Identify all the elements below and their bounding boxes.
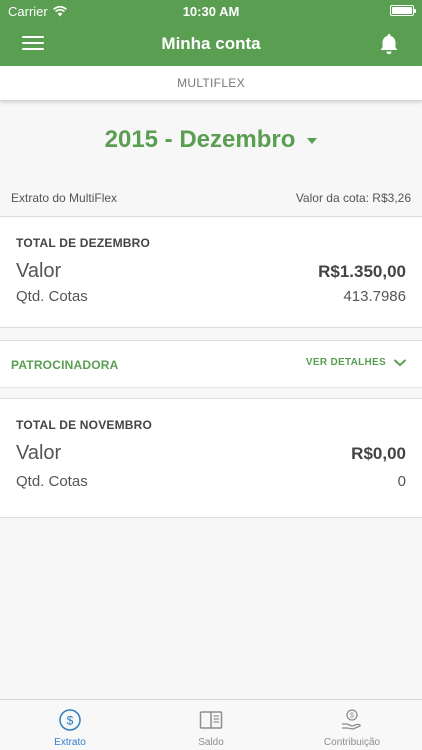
tab-label: Saldo (198, 737, 224, 748)
hand-coin-icon: $ (342, 709, 361, 730)
cotas-amount: 0 (397, 473, 406, 490)
tab-label: Extrato (54, 737, 86, 748)
subtab-label: MULTIFLEX (177, 76, 245, 90)
tab-extrato[interactable]: $ Extrato (0, 700, 140, 750)
valor-amount: R$0,00 (351, 444, 406, 463)
extract-meta: Extrato do MultiFlex Valor da cota: R$3,… (0, 190, 422, 206)
period-label: 2015 - Dezembro (104, 126, 296, 153)
page-title: Minha conta (161, 34, 261, 53)
dollar-circle-icon: $ (59, 709, 81, 731)
cotas-label: Qtd. Cotas (16, 473, 88, 490)
bell-icon[interactable] (378, 32, 400, 56)
status-time: 10:30 AM (182, 4, 240, 19)
caret-down-icon (307, 138, 318, 144)
cotas-label: Qtd. Cotas (16, 288, 88, 305)
valor-amount: R$1.350,00 (318, 262, 406, 281)
cotas-amount: 413.7986 (343, 288, 406, 305)
tab-contribuicao[interactable]: $ Contribuição (282, 700, 422, 750)
november-total-card: TOTAL DE NOVEMBRO Valor R$0,00 Qtd. Cota… (0, 398, 422, 518)
svg-text:$: $ (67, 714, 74, 728)
valor-label: Valor (16, 442, 62, 464)
tab-label: Contribuição (323, 737, 381, 748)
nav-bar: Minha conta (0, 22, 422, 66)
sponsor-row: PATROCINADORA VER DETALHES (0, 340, 422, 388)
extract-label: Extrato do MultiFlex (11, 191, 118, 205)
quota-value: Valor da cota: R$3,26 (295, 191, 411, 205)
chevron-down-icon (394, 359, 406, 366)
december-total-card: TOTAL DE DEZEMBRO Valor R$1.350,00 Qtd. … (0, 216, 422, 328)
status-bar: Carrier 10:30 AM (0, 0, 422, 22)
period-selector[interactable]: 2015 - Dezembro (0, 126, 422, 154)
subtab-multiflex[interactable]: MULTIFLEX (0, 66, 422, 101)
card-heading: TOTAL DE NOVEMBRO (16, 418, 153, 432)
see-details-button[interactable]: VER DETALHES (306, 357, 406, 368)
valor-label: Valor (16, 260, 62, 282)
tab-bar: $ Extrato Saldo $ Contribuição (0, 699, 422, 750)
sponsor-label: PATROCINADORA (11, 358, 119, 372)
card-heading: TOTAL DE DEZEMBRO (16, 236, 151, 250)
tab-saldo[interactable]: Saldo (141, 700, 281, 750)
battery-icon (390, 5, 416, 16)
svg-text:$: $ (350, 713, 354, 720)
book-icon (199, 711, 223, 729)
see-details-label: VER DETALHES (305, 357, 386, 368)
